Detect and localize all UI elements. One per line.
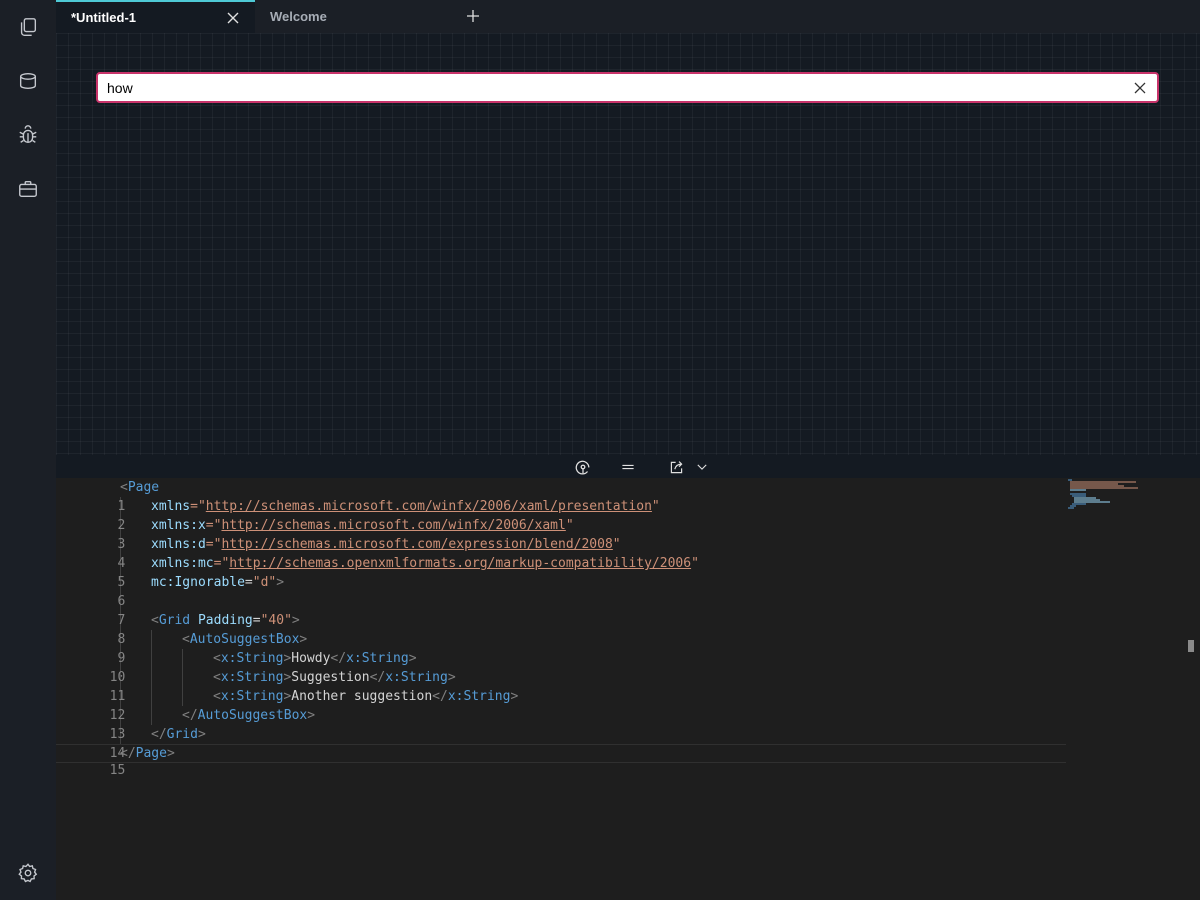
activity-bar — [0, 0, 56, 900]
url-link[interactable]: http://schemas.microsoft.com/winfx/2006/… — [221, 518, 565, 533]
code-line: 12 <x:String>Another suggestion</x:Strin… — [109, 689, 519, 723]
tab-label: Welcome — [270, 9, 327, 24]
suggest-input[interactable] — [107, 79, 1107, 97]
code-line: 13 </AutoSuggestBox> — [109, 708, 316, 742]
code-line: 7 — [117, 613, 126, 628]
code-line: 1 <Page — [117, 480, 160, 514]
code-line: 9 <AutoSuggestBox> — [117, 632, 308, 666]
url-link[interactable]: http://schemas.microsoft.com/winfx/2006/… — [206, 499, 652, 514]
rotate-view-icon[interactable] — [573, 457, 593, 477]
tab-label: *Untitled-1 — [71, 10, 136, 25]
code-line: 2 xmlns="http://schemas.microsoft.com/wi… — [117, 499, 660, 533]
code-line: 5 xmlns:mc="http://schemas.openxmlformat… — [117, 556, 699, 590]
briefcase-icon[interactable] — [14, 175, 42, 203]
tab-bar: *Untitled-1 Welcome — [56, 0, 1200, 33]
url-link[interactable]: http://schemas.openxmlformats.org/markup… — [229, 556, 691, 571]
splitter-toolbar — [56, 455, 1200, 478]
database-icon[interactable] — [14, 67, 42, 95]
code-editor[interactable]: 1 <Page 2 xmlns="http://schemas.microsof… — [56, 478, 1200, 900]
code-line: 10 <x:String>Howdy</x:String> — [109, 651, 417, 685]
minimap[interactable] — [1066, 478, 1146, 518]
tab-untitled-1[interactable]: *Untitled-1 — [56, 0, 255, 33]
code-line: 3 xmlns:x="http://schemas.microsoft.com/… — [117, 518, 574, 552]
share-icon[interactable] — [666, 457, 686, 477]
tab-welcome[interactable]: Welcome — [255, 0, 445, 33]
code-line-current: 15 </Page> — [56, 744, 1066, 778]
url-link[interactable]: http://schemas.microsoft.com/expression/… — [221, 537, 612, 552]
chevron-down-icon[interactable] — [692, 457, 712, 477]
code-line: 14 </Grid> — [109, 727, 206, 761]
copy-icon[interactable] — [14, 13, 42, 41]
clear-icon[interactable] — [1133, 81, 1147, 95]
code-line: 4 xmlns:d="http://schemas.microsoft.com/… — [117, 537, 621, 571]
scrollbar-thumb[interactable] — [1188, 640, 1194, 652]
code-line: 6 mc:Ignorable="d"> — [117, 575, 285, 609]
plus-icon[interactable] — [465, 8, 481, 24]
split-layout-icon[interactable] — [618, 457, 638, 477]
code-line: 8 <Grid Padding="40"> — [117, 613, 300, 647]
bug-icon[interactable] — [14, 121, 42, 149]
design-canvas — [56, 33, 1200, 455]
code-line: 11 <x:String>Suggestion</x:String> — [109, 670, 456, 704]
close-icon[interactable] — [226, 11, 240, 25]
gear-icon[interactable] — [17, 862, 39, 884]
auto-suggest-box[interactable] — [96, 72, 1159, 103]
